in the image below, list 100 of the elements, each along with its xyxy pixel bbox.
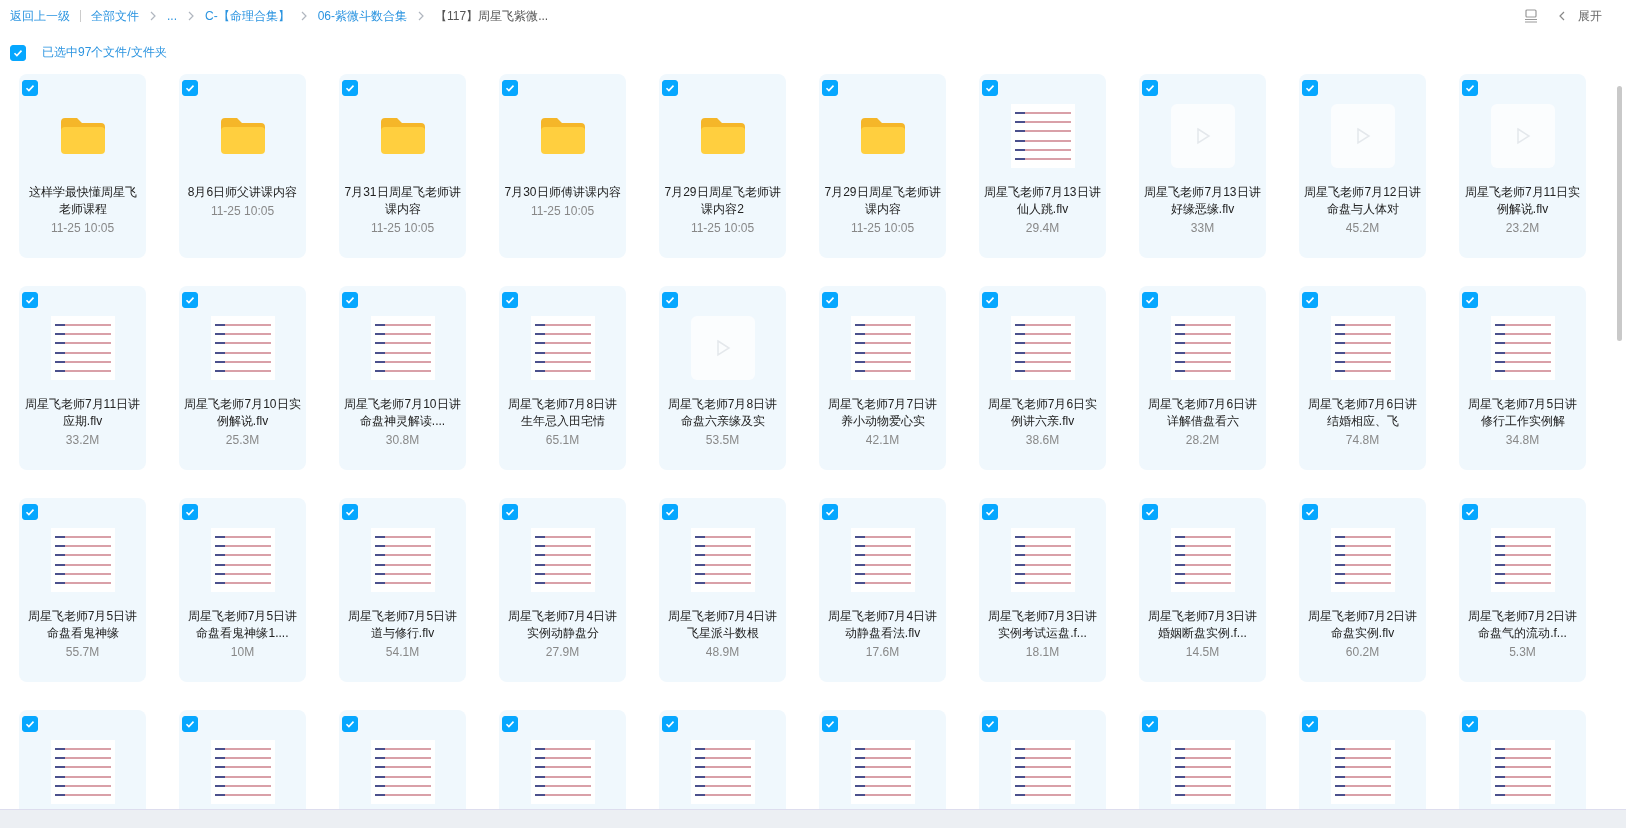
folder-icon — [858, 116, 907, 156]
file-info: 34.8M — [1505, 433, 1540, 447]
layout-icon[interactable] — [1524, 9, 1538, 23]
file-name: 周星飞老师7月2日讲命盘实例.flv — [1306, 608, 1419, 642]
file-card[interactable]: 周星飞老师7月10日实例解说.flv 25.3M — [179, 286, 306, 470]
file-checkbox[interactable] — [1142, 80, 1158, 96]
file-card[interactable]: 周星飞老师7月5日讲命盘看鬼神缘 55.7M — [19, 498, 146, 682]
chevron-icon — [187, 11, 195, 21]
file-checkbox[interactable] — [182, 716, 198, 732]
file-checkbox[interactable] — [1462, 504, 1478, 520]
file-card[interactable]: 周星飞老师7月3日讲实例考试运盘.f... 18.1M — [979, 498, 1106, 682]
file-card[interactable]: 周星飞老师7月2日讲命盘实例.flv 60.2M — [1299, 498, 1426, 682]
file-name: 周星飞老师7月4日讲动静盘看法.flv — [826, 608, 939, 642]
select-all-checkbox[interactable] — [10, 44, 26, 61]
file-card[interactable]: 周星飞老师7月5日讲修行工作实例解 34.8M — [1459, 286, 1586, 470]
file-card[interactable]: 周星飞老师7月3日讲婚姻断盘实例.f... 14.5M — [1139, 498, 1266, 682]
file-card[interactable]: 周星飞老师7月5日讲命盘看鬼神缘1.... 10M — [179, 498, 306, 682]
file-name: 周星飞老师7月13日讲仙人跳.flv — [983, 184, 1102, 218]
file-checkbox[interactable] — [1142, 716, 1158, 732]
file-checkbox[interactable] — [342, 504, 358, 520]
back-link[interactable]: 返回上一级 — [10, 7, 70, 25]
file-checkbox[interactable] — [982, 504, 998, 520]
breadcrumb-item[interactable]: 【117】周星飞紫微... — [435, 7, 549, 25]
chevron-left-icon — [1558, 10, 1566, 22]
file-checkbox[interactable] — [502, 716, 518, 732]
checkmark-icon — [1464, 718, 1476, 730]
file-checkbox[interactable] — [1302, 80, 1318, 96]
file-checkbox[interactable] — [822, 292, 838, 308]
checkmark-icon — [824, 82, 836, 94]
checkmark-icon — [1464, 506, 1476, 518]
file-info: 11-25 10:05 — [210, 204, 275, 218]
file-checkbox[interactable] — [822, 80, 838, 96]
file-checkbox[interactable] — [1462, 80, 1478, 96]
file-card[interactable]: 周星飞老师7月4日讲实例动静盘分 27.9M — [499, 498, 626, 682]
file-checkbox[interactable] — [342, 716, 358, 732]
file-checkbox[interactable] — [982, 80, 998, 96]
file-card[interactable]: 周星飞老师7月5日讲道与修行.flv 54.1M — [339, 498, 466, 682]
checkmark-icon — [1464, 82, 1476, 94]
file-name: 周星飞老师7月3日讲实例考试运盘.f... — [986, 608, 1099, 642]
checkmark-icon — [344, 506, 356, 518]
file-info: 74.8M — [1345, 433, 1380, 447]
file-checkbox[interactable] — [22, 716, 38, 732]
file-card[interactable]: 周星飞老师7月4日讲动静盘看法.flv 17.6M — [819, 498, 946, 682]
file-checkbox[interactable] — [1302, 504, 1318, 520]
file-checkbox[interactable] — [502, 504, 518, 520]
video-thumbnail — [50, 528, 115, 592]
file-checkbox[interactable] — [1142, 504, 1158, 520]
file-checkbox[interactable] — [662, 292, 678, 308]
file-checkbox[interactable] — [662, 80, 678, 96]
scrollbar[interactable] — [1617, 86, 1622, 341]
breadcrumb-item[interactable]: 全部文件 — [91, 7, 139, 25]
checkmark-icon — [184, 718, 196, 730]
file-card[interactable]: 7月29日周星飞老师讲课内容 11-25 10:05 — [819, 74, 946, 258]
file-info: 29.4M — [1025, 221, 1060, 235]
file-checkbox[interactable] — [982, 292, 998, 308]
file-card[interactable]: 这样学最快懂周星飞老师课程 11-25 10:05 — [19, 74, 146, 258]
file-checkbox[interactable] — [822, 504, 838, 520]
file-card[interactable]: 周星飞老师7月8日讲命盘六亲缘及实 53.5M — [659, 286, 786, 470]
file-name: 周星飞老师7月4日讲飞星派斗数根 — [666, 608, 779, 642]
video-thumbnail — [1010, 528, 1075, 592]
file-card[interactable]: 8月6日师父讲课内容 11-25 10:05 — [179, 74, 306, 258]
file-checkbox[interactable] — [22, 504, 38, 520]
file-checkbox[interactable] — [822, 716, 838, 732]
file-checkbox[interactable] — [502, 80, 518, 96]
file-checkbox[interactable] — [502, 292, 518, 308]
file-card[interactable]: 周星飞老师7月11日讲应期.flv 33.2M — [19, 286, 146, 470]
file-checkbox[interactable] — [22, 80, 38, 96]
file-checkbox[interactable] — [1302, 716, 1318, 732]
file-checkbox[interactable] — [1462, 716, 1478, 732]
file-card[interactable]: 周星飞老师7月12日讲命盘与人体对 45.2M — [1299, 74, 1426, 258]
file-checkbox[interactable] — [342, 80, 358, 96]
file-card[interactable]: 周星飞老师7月11日实例解说.flv 23.2M — [1459, 74, 1586, 258]
file-card[interactable]: 周星飞老师7月10日讲命盘神灵解读.... 30.8M — [339, 286, 466, 470]
file-card[interactable]: 周星飞老师7月6日实例讲六亲.flv 38.6M — [979, 286, 1106, 470]
file-card[interactable]: 7月29日周星飞老师讲课内容2 11-25 10:05 — [659, 74, 786, 258]
file-card[interactable]: 周星飞老师7月6日讲详解借盘看六 28.2M — [1139, 286, 1266, 470]
folder-icon — [378, 116, 427, 156]
file-checkbox[interactable] — [182, 292, 198, 308]
file-checkbox[interactable] — [662, 716, 678, 732]
file-checkbox[interactable] — [1142, 292, 1158, 308]
file-card[interactable]: 周星飞老师7月4日讲飞星派斗数根 48.9M — [659, 498, 786, 682]
file-card[interactable]: 周星飞老师7月2日讲命盘气的流动.f... 5.3M — [1459, 498, 1586, 682]
file-checkbox[interactable] — [342, 292, 358, 308]
file-card[interactable]: 7月30日师傅讲课内容 11-25 10:05 — [499, 74, 626, 258]
file-card[interactable]: 周星飞老师7月13日讲好缘恶缘.flv 33M — [1139, 74, 1266, 258]
file-card[interactable]: 周星飞老师7月8日讲生年忌入田宅情 65.1M — [499, 286, 626, 470]
file-card[interactable]: 周星飞老师7月7日讲养小动物爱心实 42.1M — [819, 286, 946, 470]
file-checkbox[interactable] — [22, 292, 38, 308]
file-checkbox[interactable] — [182, 504, 198, 520]
file-checkbox[interactable] — [982, 716, 998, 732]
video-thumbnail — [690, 528, 755, 592]
file-checkbox[interactable] — [182, 80, 198, 96]
file-checkbox[interactable] — [1302, 292, 1318, 308]
file-card[interactable]: 7月31日周星飞老师讲课内容 11-25 10:05 — [339, 74, 466, 258]
file-checkbox[interactable] — [1462, 292, 1478, 308]
video-thumbnail — [50, 740, 115, 804]
expand-button[interactable]: 展开 — [1558, 7, 1602, 25]
file-card[interactable]: 周星飞老师7月6日讲结婚相应、飞 74.8M — [1299, 286, 1426, 470]
file-card[interactable]: 周星飞老师7月13日讲仙人跳.flv 29.4M — [979, 74, 1106, 258]
file-checkbox[interactable] — [662, 504, 678, 520]
